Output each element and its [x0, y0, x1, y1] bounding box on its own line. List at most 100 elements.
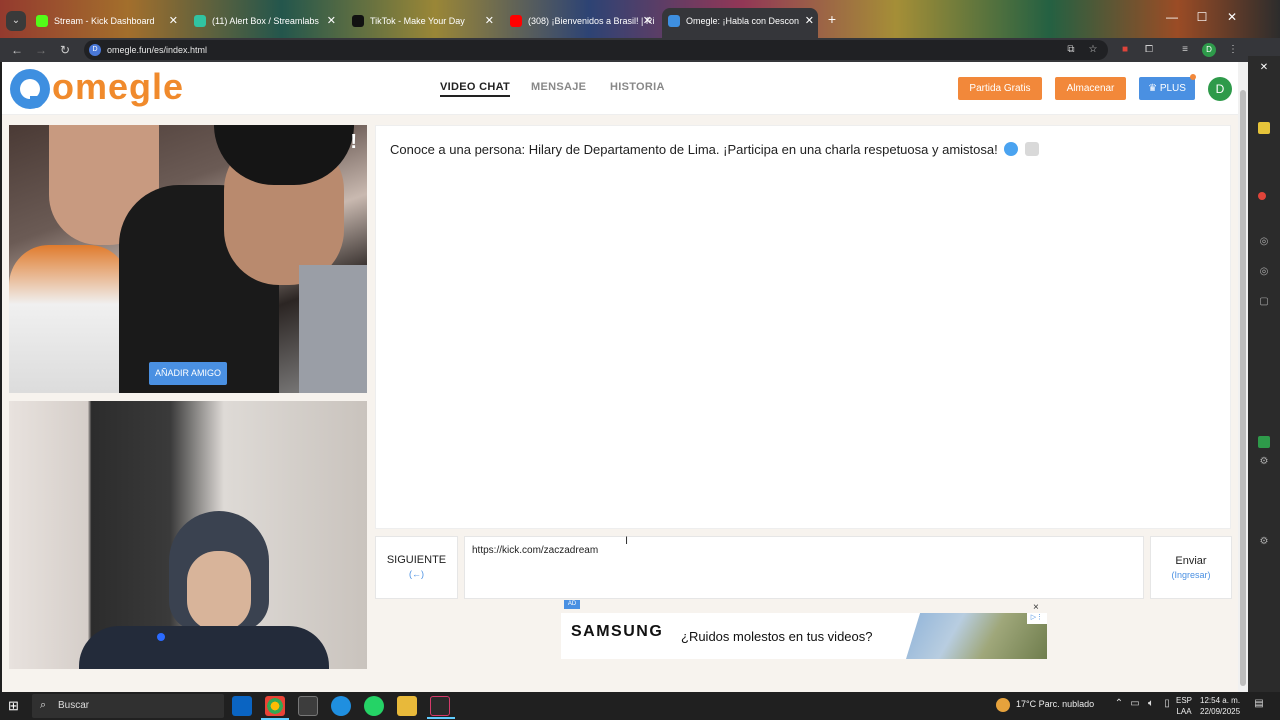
address-bar[interactable]: D omegle.fun/es/index.html [84, 40, 1108, 60]
nav-historia[interactable]: HISTORIA [610, 81, 665, 93]
search-icon: ⌕ [40, 699, 47, 711]
tiktok-favicon-icon [352, 15, 364, 27]
stranger-video: ! AÑADIR AMIGO [9, 125, 367, 393]
panel-tool-icon[interactable]: ⚙ [1258, 456, 1270, 468]
profile-avatar[interactable]: D [1202, 43, 1216, 57]
message-input-value: https://kick.com/zaczadream [472, 545, 599, 556]
more-menu-icon[interactable]: ⋮ [1226, 43, 1240, 57]
streamlabs-app-icon[interactable] [427, 696, 455, 719]
minimize-window-icon[interactable]: — [1162, 10, 1182, 24]
send-button[interactable]: Enviar (Ingresar) [1150, 536, 1232, 599]
browser-side-panel: ✕ ◎ ◎ ▢ ⚙ ⚙ [1248, 56, 1280, 692]
edge-app-icon[interactable] [331, 696, 351, 716]
system-clock[interactable]: 12:54 a. m. 22/09/2025 [1200, 695, 1240, 717]
tab-tiktok[interactable]: TikTok - Make Your Day ✕ [346, 10, 498, 32]
taskbar-search[interactable]: ⌕ Buscar [32, 694, 224, 718]
next-button[interactable]: SIGUIENTE (←) [375, 536, 458, 599]
tab-streamlabs[interactable]: (11) Alert Box / Streamlabs ✕ [188, 10, 340, 32]
bookmark-star-icon[interactable]: ☆ [1086, 43, 1100, 57]
windows-taskbar: ⊞ ⌕ Buscar 17°C Parc. nublado ⌃ ▭ 🔈︎ ▯ E… [0, 692, 1280, 720]
reload-icon[interactable]: ↻ [56, 41, 74, 59]
new-tab-plus-icon[interactable]: + [824, 11, 840, 27]
store-button[interactable]: Almacenar [1055, 77, 1126, 100]
plus-button[interactable]: ♛ PLUS [1139, 77, 1195, 100]
close-tab-icon[interactable]: ✕ [485, 10, 494, 32]
close-tab-icon[interactable]: ✕ [169, 10, 178, 32]
extension-red-icon[interactable]: ■ [1118, 43, 1132, 57]
volume-icon[interactable]: 🔈︎ [1144, 698, 1158, 712]
language-indicator[interactable]: ESP LAA [1176, 695, 1192, 717]
omegle-page: omegle VIDEO CHAT MENSAJE HISTORIA Parti… [2, 62, 1238, 692]
notifications-icon[interactable]: ▤ [1252, 698, 1266, 712]
panel-tool-icon[interactable]: ◎ [1258, 236, 1270, 248]
user-avatar[interactable]: D [1208, 77, 1232, 101]
media-control-icon[interactable]: ≡ [1178, 43, 1192, 57]
ad-badge: AD [564, 600, 580, 609]
handshake-emoji-icon [1024, 142, 1039, 156]
url-text: omegle.fun/es/index.html [107, 45, 208, 55]
back-arrow-icon[interactable]: ← [8, 41, 26, 59]
youtube-favicon-icon [510, 15, 522, 27]
tab-kick-dashboard[interactable]: Stream - Kick Dashboard ✕ [30, 10, 182, 32]
close-panel-icon[interactable]: ✕ [1258, 62, 1270, 74]
outlook-app-icon[interactable] [232, 696, 252, 716]
tab-title: (308) ¡Bienvenidos a Brasil! | Ri [528, 16, 655, 26]
tab-title: Stream - Kick Dashboard [54, 16, 155, 26]
panel-app-icon[interactable] [1258, 122, 1270, 134]
scrollbar-thumb[interactable] [1240, 90, 1246, 686]
windows-start-icon[interactable]: ⊞ [8, 698, 24, 714]
report-alert-icon[interactable]: ! [350, 131, 357, 154]
nav-mensaje[interactable]: MENSAJE [531, 81, 586, 93]
close-tab-icon[interactable]: ✕ [327, 10, 336, 32]
clock-date: 22/09/2025 [1200, 707, 1241, 716]
tab-title: (11) Alert Box / Streamlabs [212, 16, 319, 26]
message-input[interactable]: https://kick.com/zaczadream I [464, 535, 1144, 599]
tab-title: Omegle: ¡Habla con Descon [686, 16, 800, 26]
clock-time: 12:54 a. m. [1200, 696, 1241, 705]
tab-youtube[interactable]: (308) ¡Bienvenidos a Brasil! | Ri ✕ [504, 10, 656, 32]
battery-icon[interactable]: ▯ [1160, 698, 1174, 712]
free-match-button[interactable]: Partida Gratis [958, 77, 1042, 100]
text-cursor-icon: I [625, 535, 629, 547]
file-explorer-icon[interactable] [397, 696, 417, 716]
streamlabs-favicon-icon [194, 15, 206, 27]
chrome-app-icon[interactable] [261, 696, 289, 720]
panel-notification-icon[interactable] [1258, 192, 1266, 200]
send-label: Enviar [1175, 555, 1207, 567]
store-app-icon[interactable] [298, 696, 318, 716]
ad-brand: SAMSUNG [571, 623, 664, 640]
ad-banner[interactable]: SAMSUNG ¿Ruidos molestos en tus videos? … [561, 613, 1047, 659]
maximize-window-icon[interactable]: ☐ [1192, 10, 1212, 24]
plus-label: PLUS [1159, 83, 1186, 94]
show-hidden-icons-chevron-icon[interactable]: ⌃ [1112, 698, 1126, 712]
install-app-icon[interactable]: ⧉ [1064, 43, 1078, 57]
weather-icon[interactable] [996, 698, 1010, 712]
network-icon[interactable]: ▭ [1128, 698, 1142, 712]
tab-title: TikTok - Make Your Day [370, 16, 465, 26]
site-info-icon[interactable]: D [89, 44, 101, 56]
settings-gear-icon[interactable]: ⚙ [1258, 536, 1270, 548]
notification-dot [1190, 74, 1196, 80]
add-friend-button[interactable]: AÑADIR AMIGO [149, 362, 227, 385]
forward-arrow-icon[interactable]: → [32, 41, 50, 59]
globe-emoji-icon [1004, 142, 1019, 156]
close-window-icon[interactable]: ✕ [1222, 10, 1242, 24]
omegle-logo-text[interactable]: omegle [52, 66, 184, 108]
panel-app-icon[interactable] [1258, 436, 1270, 448]
panel-tool-icon[interactable]: ▢ [1258, 296, 1270, 308]
whatsapp-app-icon[interactable] [364, 696, 384, 716]
close-tab-icon[interactable]: ✕ [643, 10, 652, 32]
self-video [9, 401, 367, 669]
system-message-text: Conoce a una persona: Hilary de Departam… [390, 142, 998, 157]
panel-tool-icon[interactable]: ◎ [1258, 266, 1270, 278]
send-shortcut-hint: (Ingresar) [1171, 570, 1211, 580]
nav-video-chat[interactable]: VIDEO CHAT [440, 81, 511, 97]
weather-text[interactable]: 17°C Parc. nublado [1016, 699, 1094, 709]
close-tab-icon[interactable]: ✕ [805, 8, 814, 34]
page-scrollbar[interactable] [1238, 62, 1248, 692]
ad-info-icon[interactable]: ▷⋮ [1027, 613, 1047, 624]
extensions-puzzle-icon[interactable]: ⧠ [1142, 43, 1156, 57]
tab-omegle[interactable]: Omegle: ¡Habla con Descon ✕ [662, 8, 818, 40]
tab-search-chevron-icon[interactable]: ⌄ [6, 11, 26, 31]
ad-close-icon[interactable]: × [1033, 602, 1039, 613]
